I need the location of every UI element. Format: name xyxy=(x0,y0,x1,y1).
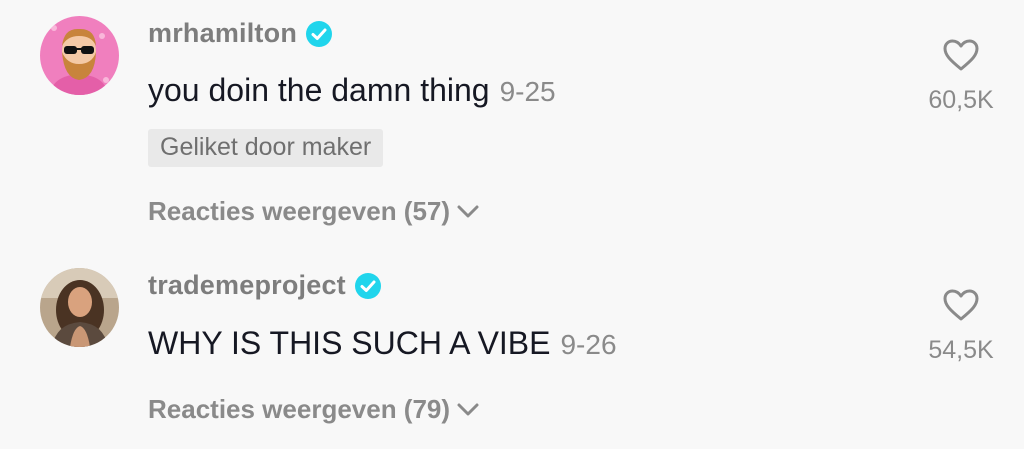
username-text: mrhamilton xyxy=(148,18,298,48)
heart-icon xyxy=(943,289,979,321)
comment-item: mrhamilton you doin the damn thing 9-25 G… xyxy=(0,0,1024,250)
like-count: 60,5K xyxy=(928,86,994,114)
comment-text: WHY IS THIS SUCH A VIBE xyxy=(148,325,551,361)
like-button[interactable]: 54,5K xyxy=(916,288,1006,365)
view-replies-label: Reacties weergeven (79) xyxy=(148,394,451,424)
liked-by-creator-badge: Geliket door maker xyxy=(148,129,384,167)
avatar[interactable] xyxy=(40,16,119,95)
avatar[interactable] xyxy=(40,268,119,347)
comment-date: 9-26 xyxy=(560,329,617,360)
comment-text-line: WHY IS THIS SUCH A VIBE 9-26 xyxy=(148,325,617,362)
view-replies-button[interactable]: Reacties weergeven (79) xyxy=(148,394,480,425)
heart-icon xyxy=(943,39,979,71)
like-button[interactable]: 60,5K xyxy=(916,38,1006,115)
chevron-down-icon xyxy=(457,205,479,217)
cartoon-avatar-icon xyxy=(40,16,119,95)
comment-date: 9-25 xyxy=(499,76,556,107)
comment-text: you doin the damn thing xyxy=(148,72,490,108)
view-replies-button[interactable]: Reacties weergeven (57) xyxy=(148,196,480,227)
username[interactable]: mrhamilton xyxy=(148,18,333,49)
comment-item: trademeproject WHY IS THIS SUCH A VIBE 9-… xyxy=(0,250,1024,449)
like-count: 54,5K xyxy=(928,336,994,364)
verified-badge-icon xyxy=(354,272,381,299)
photo-avatar-icon xyxy=(40,268,119,347)
verified-badge-icon xyxy=(306,20,333,47)
chevron-down-icon xyxy=(457,403,479,415)
username[interactable]: trademeproject xyxy=(148,270,382,301)
view-replies-label: Reacties weergeven (57) xyxy=(148,196,451,226)
username-text: trademeproject xyxy=(148,270,346,300)
comment-text-line: you doin the damn thing 9-25 xyxy=(148,72,556,109)
